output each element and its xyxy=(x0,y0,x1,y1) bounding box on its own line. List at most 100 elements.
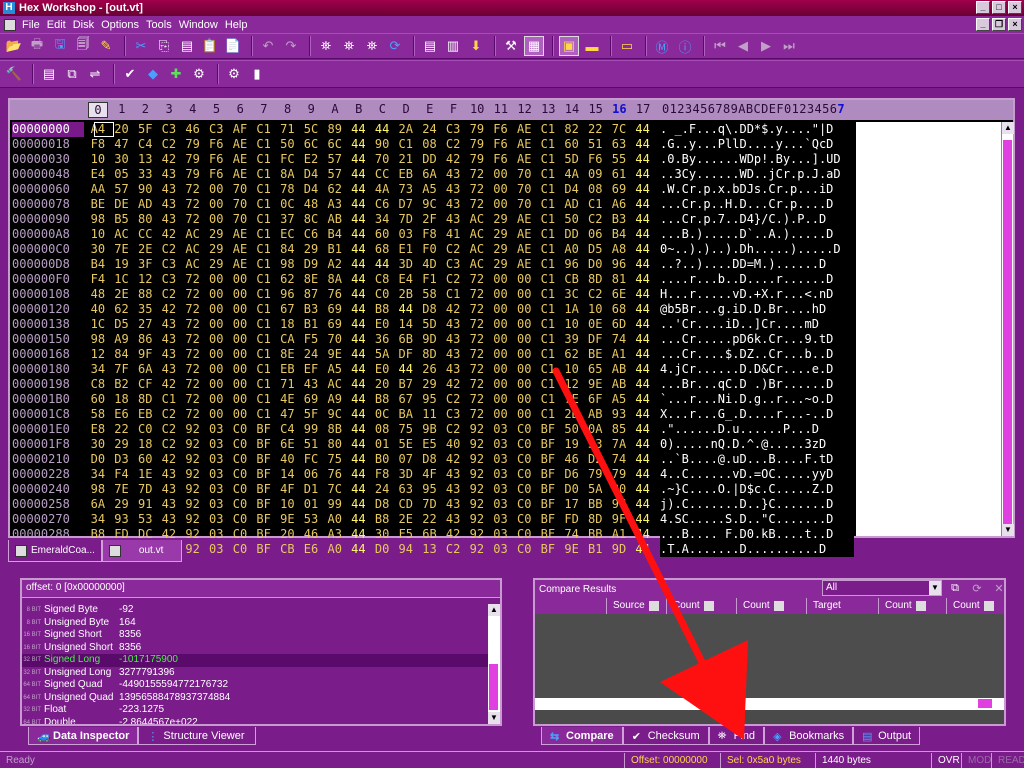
hex-byte[interactable]: BF xyxy=(536,437,560,452)
inspector-value[interactable]: -223.1275 xyxy=(119,704,164,717)
hex-byte[interactable]: EB xyxy=(133,407,157,422)
hex-byte[interactable]: 44 xyxy=(347,332,371,347)
hex-byte[interactable]: 00 xyxy=(204,392,228,407)
hex-byte[interactable]: 98 xyxy=(86,332,110,347)
hex-byte[interactable]: D7 xyxy=(394,197,418,212)
inspector-list[interactable]: 8 BIT Signed Byte -92 8 BIT Unsigned Byte 164… xyxy=(22,604,488,724)
hex-byte[interactable]: B4 xyxy=(86,257,110,272)
hex-byte[interactable]: 06 xyxy=(299,467,323,482)
hex-byte[interactable]: 00 xyxy=(512,347,536,362)
ascii-row[interactable]: .W.Cr.p.x.bDJs.Cr.p...iD xyxy=(660,182,854,197)
hex-byte[interactable]: 8A xyxy=(323,272,347,287)
hex-byte[interactable]: 93 xyxy=(607,407,631,422)
hex-byte[interactable]: 00 xyxy=(204,272,228,287)
hex-byte[interactable]: C8 xyxy=(370,272,394,287)
hex-byte[interactable]: F0 xyxy=(418,242,442,257)
hex-byte[interactable]: 5E xyxy=(394,437,418,452)
hex-byte[interactable]: 92 xyxy=(465,437,489,452)
hex-row[interactable]: 30 29 18 C2 92 03 C0 BF 6E 51 80 44 01 5E E5 40 92 03 C0 BF… xyxy=(86,437,658,452)
hex-byte[interactable]: 03 xyxy=(489,542,513,557)
hex-byte[interactable]: 76 xyxy=(323,467,347,482)
hex-byte[interactable]: 72 xyxy=(465,407,489,422)
hex-byte[interactable]: 00 xyxy=(228,332,252,347)
hex-byte[interactable]: 43 xyxy=(157,467,181,482)
hex-byte[interactable]: F6 xyxy=(489,122,513,137)
hex-byte[interactable]: 69 xyxy=(323,302,347,317)
hex-byte[interactable]: 43 xyxy=(157,197,181,212)
hex-byte[interactable]: 74 xyxy=(607,452,631,467)
hex-byte[interactable]: 42 xyxy=(157,152,181,167)
hex-byte[interactable]: 72 xyxy=(181,362,205,377)
hex-byte[interactable]: 18 xyxy=(276,317,300,332)
properties-icon[interactable]: ✎ xyxy=(96,36,116,56)
hex-byte[interactable]: 44 xyxy=(347,362,371,377)
hex-byte[interactable]: 13 xyxy=(133,152,157,167)
hex-byte[interactable]: 91 xyxy=(133,497,157,512)
hex-byte[interactable]: 82 xyxy=(560,122,584,137)
hex-byte[interactable]: 29 xyxy=(204,227,228,242)
hex-byte[interactable]: 72 xyxy=(181,407,205,422)
redo-icon[interactable]: ↷ xyxy=(281,36,301,56)
hex-byte[interactable]: 43 xyxy=(441,212,465,227)
hex-byte[interactable]: CC xyxy=(370,167,394,182)
hex-byte[interactable]: 74 xyxy=(607,332,631,347)
hex-byte[interactable]: 44 xyxy=(631,482,655,497)
hex-byte[interactable]: 98 xyxy=(86,212,110,227)
hex-byte[interactable]: 88 xyxy=(133,287,157,302)
hex-byte[interactable]: C6 xyxy=(370,197,394,212)
hex-byte[interactable]: 44 xyxy=(347,122,371,137)
hex-byte[interactable]: 03 xyxy=(489,422,513,437)
hex-byte[interactable]: 92 xyxy=(181,422,205,437)
hex-byte[interactable]: 43 xyxy=(441,512,465,527)
hex-byte[interactable]: 43 xyxy=(157,182,181,197)
hex-byte[interactable]: 9E xyxy=(583,377,607,392)
hex-byte[interactable]: AB xyxy=(607,377,631,392)
hex-byte[interactable]: 44 xyxy=(631,407,655,422)
hex-byte[interactable]: EC xyxy=(276,227,300,242)
hex-byte[interactable]: 6A xyxy=(418,167,442,182)
hex-byte[interactable]: 43 xyxy=(441,482,465,497)
hex-byte[interactable]: AE xyxy=(228,227,252,242)
hex-byte[interactable]: 29 xyxy=(489,227,513,242)
hex-byte[interactable]: F5 xyxy=(299,332,323,347)
hex-row[interactable]: 40 62 35 42 72 00 00 C1 67 B3 69 44 B8 44 D8 42 72 00 00 C1… xyxy=(86,302,658,317)
hex-byte[interactable]: 69 xyxy=(607,182,631,197)
hex-byte[interactable]: 47 xyxy=(276,407,300,422)
hex-byte[interactable]: AC xyxy=(465,227,489,242)
hex-byte[interactable]: 9E xyxy=(323,347,347,362)
hex-byte[interactable]: 8D xyxy=(583,272,607,287)
hex-byte[interactable]: 00 xyxy=(228,362,252,377)
hex-byte[interactable]: 29 xyxy=(489,212,513,227)
hex-byte[interactable]: 10 xyxy=(276,497,300,512)
hex-byte[interactable]: 68 xyxy=(607,302,631,317)
hex-byte[interactable]: 24 xyxy=(299,347,323,362)
hex-byte[interactable]: AE xyxy=(228,167,252,182)
minimize-button[interactable]: _ xyxy=(976,1,990,14)
ascii-row[interactable]: `...r...Ni.D.g..r...~o.D xyxy=(660,392,854,407)
hex-byte[interactable]: 72 xyxy=(465,377,489,392)
hex-byte[interactable]: BF xyxy=(536,497,560,512)
hex-byte[interactable]: 72 xyxy=(181,377,205,392)
hex-byte[interactable]: BB xyxy=(583,527,607,542)
hex-byte[interactable]: 8B xyxy=(323,422,347,437)
hex-byte[interactable]: 60 xyxy=(370,227,394,242)
inspector-row[interactable]: 64 BIT Signed Quad -4490155594772176732 xyxy=(22,679,488,692)
hex-byte[interactable]: D0 xyxy=(583,257,607,272)
hex-byte[interactable]: C3 xyxy=(441,407,465,422)
hex-byte[interactable]: 42 xyxy=(441,377,465,392)
hex-byte[interactable]: 44 xyxy=(631,242,655,257)
hex-byte[interactable]: 08 xyxy=(370,422,394,437)
hex-byte[interactable]: C1 xyxy=(536,227,560,242)
hex-byte[interactable]: BF xyxy=(252,542,276,557)
hex-byte[interactable]: 4F xyxy=(418,467,442,482)
hex-byte[interactable]: 00 xyxy=(512,392,536,407)
hex-byte[interactable]: C1 xyxy=(536,272,560,287)
hex-byte[interactable]: 6F xyxy=(583,392,607,407)
hex-byte[interactable]: 00 xyxy=(228,317,252,332)
hex-byte[interactable]: 96 xyxy=(560,257,584,272)
hex-row[interactable]: AA 57 90 43 72 00 70 C1 78 D4 62 44 4A 73 A5 43 72 00 70 C1… xyxy=(86,182,658,197)
hex-byte[interactable]: EB xyxy=(394,167,418,182)
hex-editor[interactable]: 0123456789ABCDEF01234567 0123456789ABCDE… xyxy=(8,98,1015,557)
hex-byte[interactable]: 19 xyxy=(560,437,584,452)
hex-byte[interactable]: F6 xyxy=(583,152,607,167)
